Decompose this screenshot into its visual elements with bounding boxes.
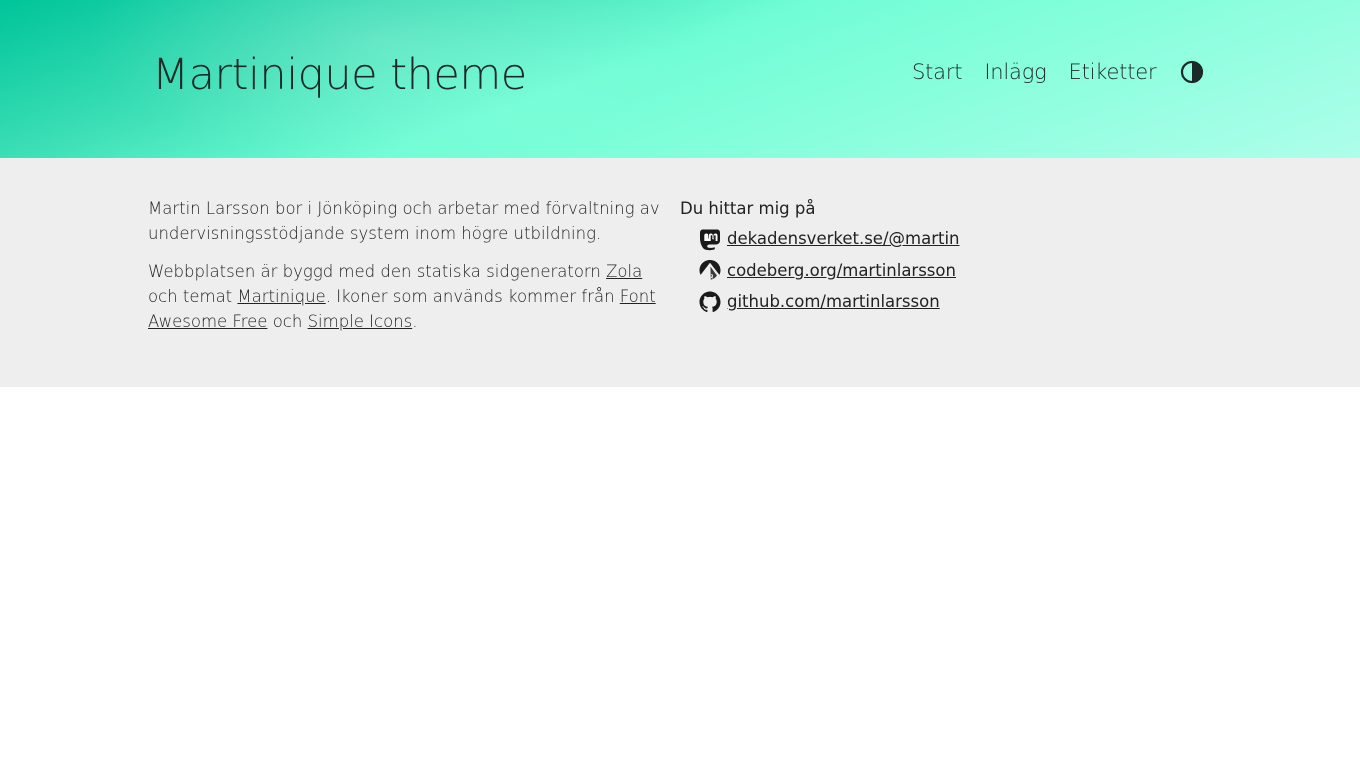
simple-icons-link[interactable]: Simple Icons [308, 312, 413, 331]
footer-content: Martin Larsson bor i Jönköping och arbet… [0, 158, 1360, 387]
nav-link-tags[interactable]: Etiketter [1069, 60, 1157, 84]
martinique-link[interactable]: Martinique [237, 287, 325, 306]
codeberg-icon [698, 258, 722, 282]
credits-paragraph: Webbplatsen är byggd med den statiska si… [148, 262, 656, 331]
contrast-icon[interactable] [1180, 60, 1204, 84]
zola-link[interactable]: Zola [606, 262, 642, 281]
list-item: github.com/martinlarsson [698, 286, 1020, 318]
mastodon-icon [698, 227, 722, 251]
mastodon-link[interactable]: dekadensverket.se/@martin [727, 226, 960, 251]
nav-link-posts[interactable]: Inlägg [984, 60, 1046, 84]
about-paragraph: Martin Larsson bor i Jönköping och arbet… [148, 199, 660, 243]
find-me-heading: Du hittar mig på [680, 199, 816, 218]
nav-link-start[interactable]: Start [912, 60, 963, 84]
list-item: codeberg.org/martinlarsson [698, 255, 1020, 287]
codeberg-link[interactable]: codeberg.org/martinlarsson [727, 258, 956, 283]
site-title[interactable]: Martinique theme [152, 50, 527, 100]
site-header: Martinique theme Start Inlägg Etiketter [0, 0, 1360, 158]
main-nav: Start Inlägg Etiketter [912, 60, 1204, 84]
list-item: dekadensverket.se/@martin [698, 223, 1020, 255]
about-section: Martin Larsson bor i Jönköping och arbet… [148, 196, 663, 347]
find-me-section: Du hittar mig på dekadensverket.se/@mart… [680, 196, 1020, 318]
github-link[interactable]: github.com/martinlarsson [727, 289, 940, 314]
social-links: dekadensverket.se/@martin codeberg.org/m… [680, 223, 1020, 318]
github-icon [698, 290, 722, 314]
